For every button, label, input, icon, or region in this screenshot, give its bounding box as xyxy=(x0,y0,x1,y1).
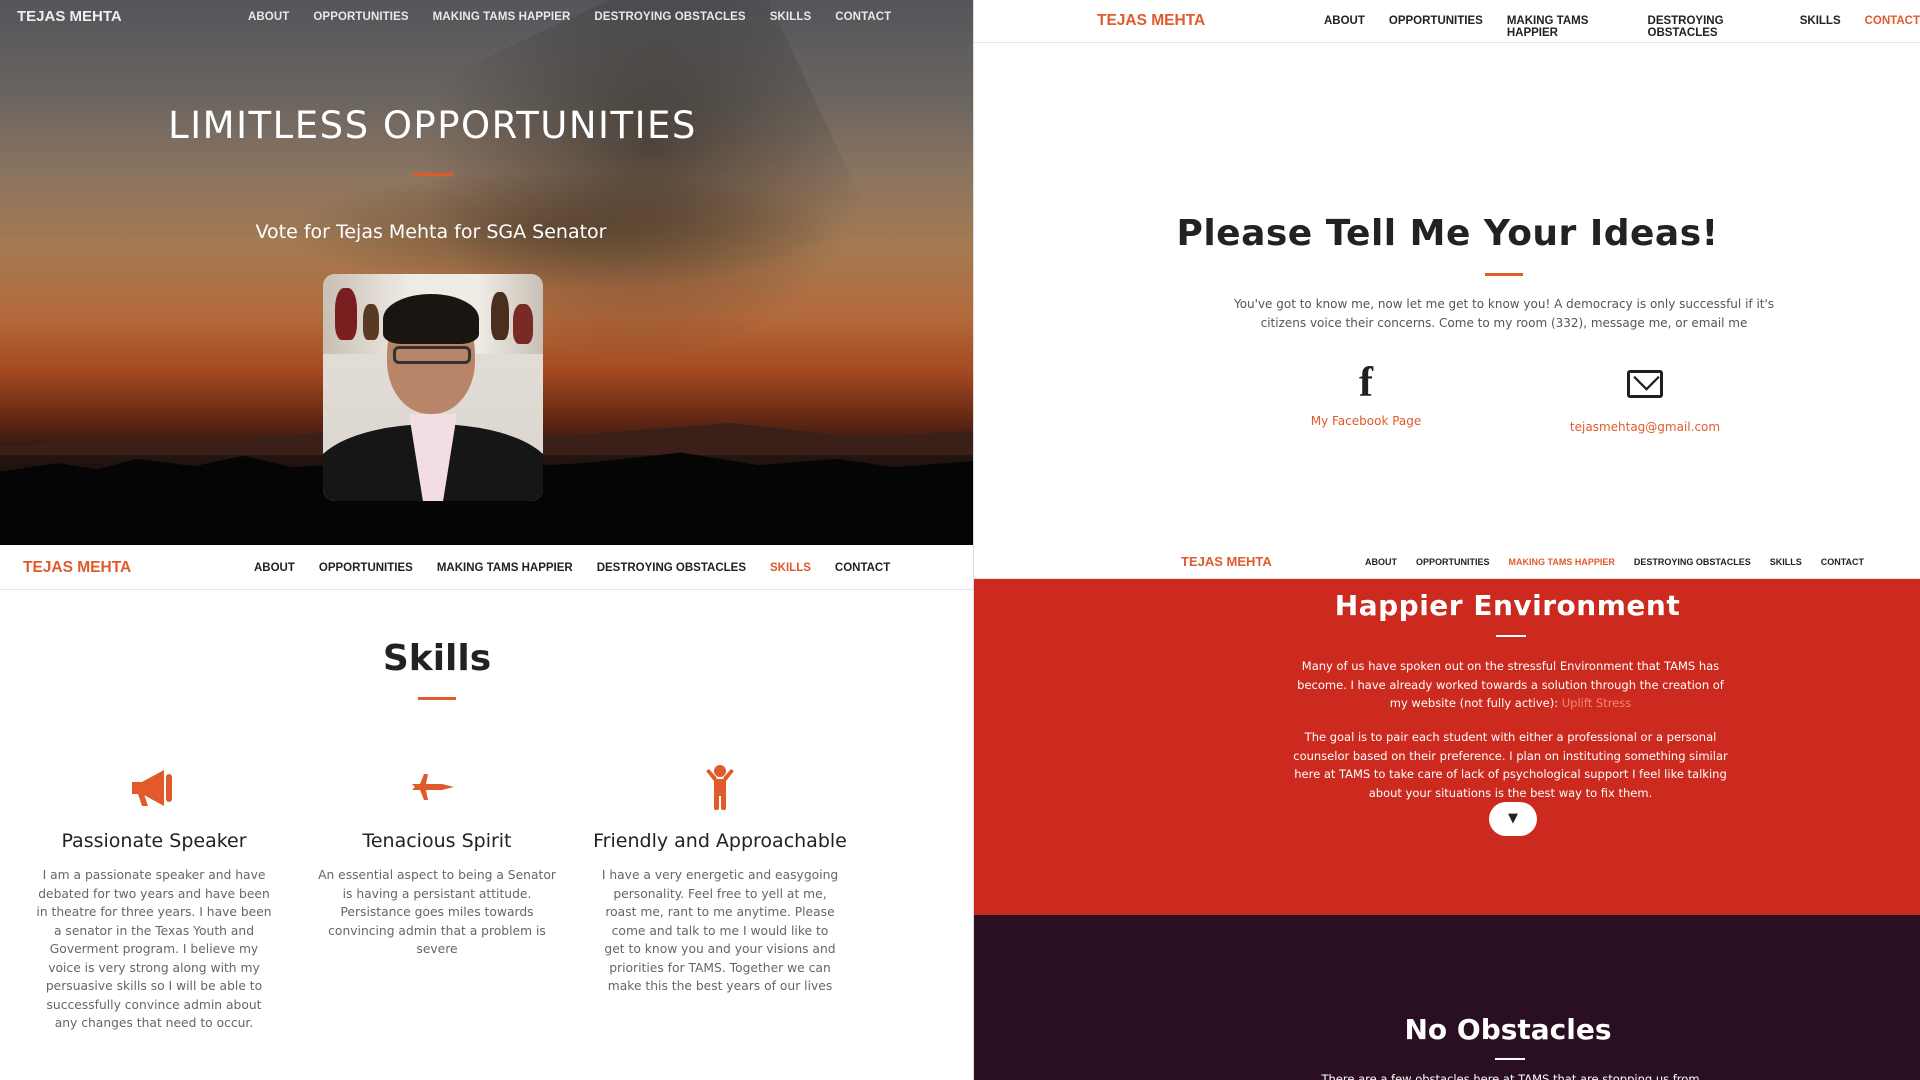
hair xyxy=(383,294,479,344)
navbar-transparent: TEJAS MEHTA ABOUT OPPORTUNITIES MAKING T… xyxy=(0,0,973,34)
nav-links: ABOUT OPPORTUNITIES MAKING TAMS HAPPIER … xyxy=(254,562,890,574)
skills-title: Skills xyxy=(382,638,492,679)
nav-about[interactable]: ABOUT xyxy=(254,562,295,574)
nav-destroying-obstacles[interactable]: DESTROYING OBSTACLES xyxy=(1648,15,1776,39)
happier-section: TEJAS MEHTA ABOUT OPPORTUNITIES MAKING T… xyxy=(973,545,1920,1080)
skill-text: An essential aspect to being a Senator i… xyxy=(318,868,556,956)
uplift-stress-link[interactable]: Uplift Stress xyxy=(1562,696,1631,710)
brand-link[interactable]: TEJAS MEHTA xyxy=(1097,12,1205,30)
facebook-contact: f My Facebook Page xyxy=(1256,362,1476,428)
fighter-jet-icon xyxy=(307,760,567,816)
nav-destroying-obstacles[interactable]: DESTROYING OBSTACLES xyxy=(597,562,746,574)
nav-skills[interactable]: SKILLS xyxy=(1800,15,1841,39)
nav-links: ABOUT OPPORTUNITIES MAKING TAMS HAPPIER … xyxy=(248,11,891,23)
nav-making-tams-happier[interactable]: MAKING TAMS HAPPIER xyxy=(433,11,571,23)
hero-subtitle: Vote for Tejas Mehta for SGA Senator xyxy=(255,221,607,243)
nav-about[interactable]: ABOUT xyxy=(1365,557,1397,567)
megaphone-icon xyxy=(24,760,284,816)
obstacles-title: No Obstacles xyxy=(1404,1013,1612,1046)
facebook-link[interactable]: My Facebook Page xyxy=(1256,414,1476,428)
skill-heading: Passionate Speaker xyxy=(61,830,247,852)
skill-card-speaker: Passionate Speaker I am a passionate spe… xyxy=(24,760,284,1033)
nav-skills[interactable]: SKILLS xyxy=(770,11,812,23)
skill-card-friendly: Friendly and Approachable I have a very … xyxy=(590,760,850,996)
nav-making-tams-happier[interactable]: MAKING TAMS HAPPIER xyxy=(437,562,573,574)
happier-paragraph-1: Many of us have spoken out on the stress… xyxy=(1292,657,1729,713)
scroll-down-button[interactable]: ▼ xyxy=(1489,802,1537,836)
brand-link[interactable]: TEJAS MEHTA xyxy=(1181,554,1272,569)
nav-destroying-obstacles[interactable]: DESTROYING OBSTACLES xyxy=(1634,557,1751,567)
nav-opportunities[interactable]: OPPORTUNITIES xyxy=(319,562,413,574)
navbar-fixed: TEJAS MEHTA ABOUT OPPORTUNITIES MAKING T… xyxy=(974,545,1920,579)
nav-contact[interactable]: CONTACT xyxy=(1821,557,1864,567)
nav-skills[interactable]: SKILLS xyxy=(1770,557,1802,567)
hero-divider xyxy=(413,173,453,176)
brand-link[interactable]: TEJAS MEHTA xyxy=(23,559,131,577)
child-icon xyxy=(590,760,850,816)
obstacles-divider xyxy=(1495,1058,1525,1060)
hero-section: TEJAS MEHTA ABOUT OPPORTUNITIES MAKING T… xyxy=(0,0,973,545)
happier-paragraph-2: The goal is to pair each student with ei… xyxy=(1293,730,1728,800)
nav-making-tams-happier-active[interactable]: MAKING TAMS HAPPIER xyxy=(1509,557,1615,567)
envelope-icon[interactable] xyxy=(1627,370,1663,398)
happier-environment-panel: Happier Environment Many of us have spok… xyxy=(974,579,1920,915)
nav-skills-active[interactable]: SKILLS xyxy=(770,562,811,574)
skill-heading: Friendly and Approachable xyxy=(593,830,847,852)
vase xyxy=(363,304,379,340)
navbar-fixed: TEJAS MEHTA ABOUT OPPORTUNITIES MAKING T… xyxy=(0,545,973,590)
facebook-icon[interactable]: f xyxy=(1256,362,1476,404)
nav-contact[interactable]: CONTACT xyxy=(835,562,890,574)
obstacles-panel: No Obstacles There are a few obstacles h… xyxy=(974,915,1920,1080)
skill-heading: Tenacious Spirit xyxy=(362,830,512,852)
email-contact: tejasmehtag@gmail.com xyxy=(1535,370,1755,434)
hero-title: LIMITLESS OPPORTUNITIES xyxy=(168,104,697,147)
nav-destroying-obstacles[interactable]: DESTROYING OBSTACLES xyxy=(594,11,745,23)
nav-about[interactable]: ABOUT xyxy=(248,11,289,23)
nav-links: ABOUT OPPORTUNITIES MAKING TAMS HAPPIER … xyxy=(1324,15,1920,39)
nav-opportunities[interactable]: OPPORTUNITIES xyxy=(1416,557,1490,567)
contact-description: You've got to know me, now let me get to… xyxy=(1233,297,1775,330)
vase xyxy=(513,304,533,344)
vase xyxy=(335,288,357,340)
navbar-fixed: TEJAS MEHTA ABOUT OPPORTUNITIES MAKING T… xyxy=(974,0,1920,43)
vase xyxy=(491,292,509,340)
happier-divider xyxy=(1496,635,1526,637)
glasses xyxy=(393,346,471,364)
brand-link[interactable]: TEJAS MEHTA xyxy=(17,8,122,25)
nav-about[interactable]: ABOUT xyxy=(1324,15,1365,39)
happier-title: Happier Environment xyxy=(1334,589,1681,622)
nav-contact-active[interactable]: CONTACT xyxy=(1865,15,1920,39)
obstacles-text: There are a few obstacles here at TAMS t… xyxy=(1321,1072,1700,1080)
nav-opportunities[interactable]: OPPORTUNITIES xyxy=(1389,15,1483,39)
skill-text: I am a passionate speaker and have debat… xyxy=(36,868,272,1030)
happier-paragraph-1-text: Many of us have spoken out on the stress… xyxy=(1297,659,1724,710)
nav-links: ABOUT OPPORTUNITIES MAKING TAMS HAPPIER … xyxy=(1365,557,1864,567)
contact-section: TEJAS MEHTA ABOUT OPPORTUNITIES MAKING T… xyxy=(973,0,1920,545)
nav-making-tams-happier[interactable]: MAKING TAMS HAPPIER xyxy=(1507,15,1624,39)
nav-contact[interactable]: CONTACT xyxy=(835,11,891,23)
skill-card-spirit: Tenacious Spirit An essential aspect to … xyxy=(307,760,567,959)
contact-title: Please Tell Me Your Ideas! xyxy=(1176,213,1719,254)
skills-section: TEJAS MEHTA ABOUT OPPORTUNITIES MAKING T… xyxy=(0,545,973,1080)
skills-divider xyxy=(418,697,456,700)
nav-opportunities[interactable]: OPPORTUNITIES xyxy=(313,11,408,23)
candidate-photo xyxy=(323,274,543,501)
skill-text: I have a very energetic and easygoing pe… xyxy=(601,868,839,993)
contact-divider xyxy=(1485,273,1523,276)
email-link[interactable]: tejasmehtag@gmail.com xyxy=(1535,420,1755,434)
